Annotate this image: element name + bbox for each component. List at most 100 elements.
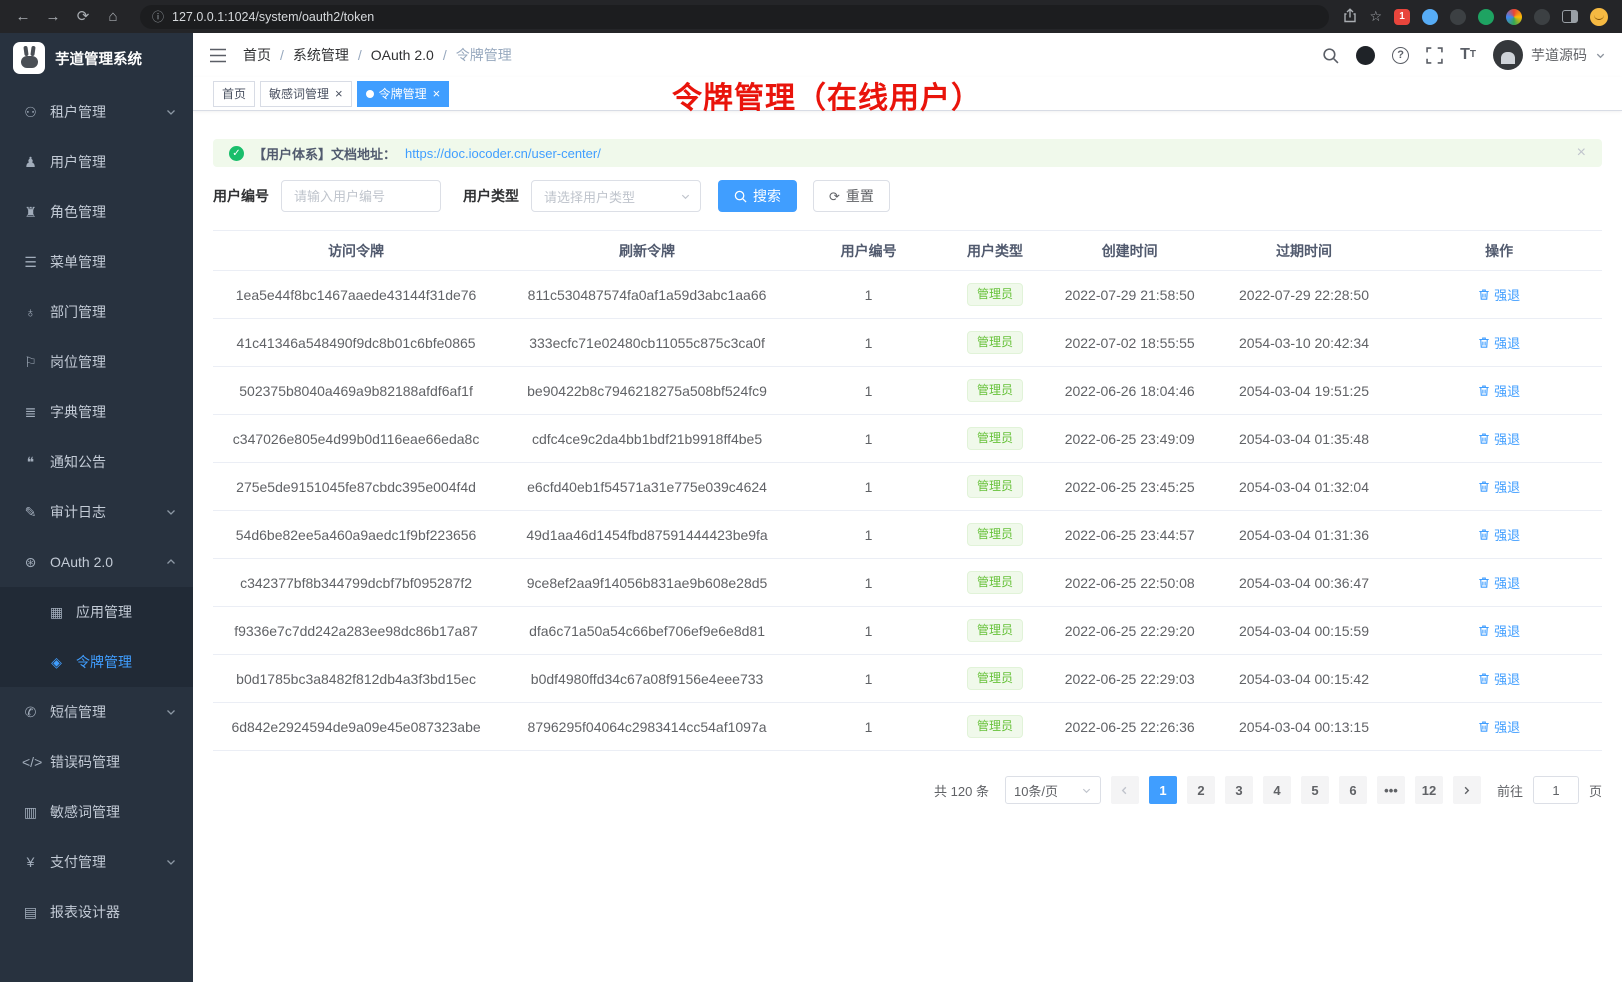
tab-token-manage[interactable]: 令牌管理 × [357,81,450,107]
reload-icon[interactable]: ⟳ [70,0,96,33]
sidebar-item-dept[interactable]: ♁ 部门管理 [0,287,193,337]
sidebar-item-error-code[interactable]: </> 错误码管理 [0,737,193,787]
sidebar-item-tenant[interactable]: ⚇ 租户管理 [0,87,193,137]
expire-time-cell: 2054-03-10 20:42:34 [1212,335,1397,351]
user-menu[interactable]: 芋道源码 [1493,40,1606,70]
user-type-tag: 管理员 [967,283,1023,306]
refresh-token-cell: cdfc4ce9c2da4bb1bdf21b9918ff4be5 [499,431,795,447]
force-logout-button[interactable]: 强退 [1478,717,1520,736]
user-type-cell: 管理员 [942,571,1048,594]
tab-home[interactable]: 首页 [213,81,255,107]
force-logout-button[interactable]: 强退 [1478,285,1520,304]
column-actions: 操作 [1396,241,1602,261]
search-icon[interactable] [1322,47,1339,64]
alert-close-icon[interactable]: × [1577,145,1586,161]
sidebar-item-sensitive-word[interactable]: ▥ 敏感词管理 [0,787,193,837]
extension-icon-5[interactable] [1506,9,1522,25]
user-type-select[interactable]: 请选择用户类型 [531,180,701,212]
doc-link[interactable]: https://doc.iocoder.cn/user-center/ [405,146,601,161]
sidebar-item-app-manage[interactable]: ▦ 应用管理 [0,587,193,637]
force-logout-button[interactable]: 强退 [1478,621,1520,640]
extension-icon-3[interactable] [1450,9,1466,25]
split-view-icon[interactable] [1562,10,1578,23]
create-time-cell: 2022-06-25 23:44:57 [1048,527,1212,543]
reset-button[interactable]: ⟳ 重置 [813,180,890,212]
breadcrumb-home[interactable]: 首页 [243,45,271,65]
sidebar-item-audit-log[interactable]: ✎ 审计日志 [0,487,193,537]
force-logout-button[interactable]: 强退 [1478,333,1520,352]
sidebar-item-oauth2[interactable]: ⊛ OAuth 2.0 [0,537,193,587]
table-row: 275e5de9151045fe87cbdc395e004f4d e6cfd40… [213,463,1602,511]
next-page-button[interactable] [1453,776,1481,804]
page-number-button[interactable]: 12 [1415,776,1443,804]
sidebar-collapse-icon[interactable] [209,48,227,63]
force-logout-button[interactable]: 强退 [1478,525,1520,544]
app-logo-row[interactable]: 芋道管理系统 [0,33,193,83]
browser-actions: ☆ 1 [1343,8,1612,26]
sidebar-item-post[interactable]: ⚐ 岗位管理 [0,337,193,387]
table-row: 502375b8040a469a9b82188afdf6af1f be90422… [213,367,1602,415]
github-icon[interactable] [1356,46,1375,65]
force-logout-button[interactable]: 强退 [1478,477,1520,496]
sidebar-item-token-manage[interactable]: ◈ 令牌管理 [0,637,193,687]
chevron-right-icon [1461,785,1472,796]
fullscreen-icon[interactable] [1426,47,1443,64]
delete-icon [1478,336,1490,349]
create-time-cell: 2022-06-26 18:04:46 [1048,383,1212,399]
refresh-token-cell: 8796295f04064c2983414cc54af1097a [499,719,795,735]
create-time-cell: 2022-06-25 23:49:09 [1048,431,1212,447]
sidebar-item-pay[interactable]: ¥ 支付管理 [0,837,193,887]
home-icon[interactable]: ⌂ [100,0,126,33]
user-id-input[interactable] [281,180,441,212]
actions-cell: 强退 [1396,477,1602,496]
expire-time-cell: 2054-03-04 00:15:59 [1212,623,1397,639]
extension-icon-6[interactable] [1534,9,1550,25]
close-icon[interactable]: × [335,87,343,100]
site-info-icon[interactable]: ⓘ [152,8,164,25]
browser-profile-avatar[interactable] [1590,8,1608,26]
sidebar-item-sms[interactable]: ✆ 短信管理 [0,687,193,737]
font-size-icon[interactable]: TT [1460,47,1476,63]
page-size-select[interactable]: 10条/页 [1005,776,1101,804]
tab-sensitive-word[interactable]: 敏感词管理 × [260,81,352,107]
page-number-button[interactable]: 1 [1149,776,1177,804]
url-bar[interactable]: ⓘ 127.0.0.1:1024/system/oauth2/token [140,5,1329,29]
close-icon[interactable]: × [433,87,441,100]
force-logout-button[interactable]: 强退 [1478,381,1520,400]
help-icon[interactable]: ? [1392,47,1409,64]
goto-page-input[interactable] [1533,776,1579,804]
extension-icon-4[interactable] [1478,9,1494,25]
success-check-icon: ✓ [229,146,244,161]
delete-icon [1478,720,1490,733]
sidebar-item-menu[interactable]: ☰ 菜单管理 [0,237,193,287]
sidebar-item-report-designer[interactable]: ▤ 报表设计器 [0,887,193,937]
force-logout-button[interactable]: 强退 [1478,669,1520,688]
sidebar-item-user[interactable]: ♟ 用户管理 [0,137,193,187]
page-number-button[interactable]: 5 [1301,776,1329,804]
back-icon[interactable]: ← [10,0,36,33]
prev-page-button[interactable] [1111,776,1139,804]
page-number-button[interactable]: 4 [1263,776,1291,804]
bookmark-star-icon[interactable]: ☆ [1369,8,1382,25]
page-number-button[interactable]: ••• [1377,776,1405,804]
breadcrumb-system[interactable]: 系统管理 [293,45,349,65]
sidebar-item-dict[interactable]: ≣ 字典管理 [0,387,193,437]
table-body: 1ea5e44f8bc1467aaede43144f31de76 811c530… [213,271,1602,751]
page-number-button[interactable]: 2 [1187,776,1215,804]
page-number-button[interactable]: 6 [1339,776,1367,804]
sidebar-item-role[interactable]: ♜ 角色管理 [0,187,193,237]
extension-icon-1[interactable]: 1 [1394,9,1410,25]
user-type-cell: 管理员 [942,619,1048,642]
force-logout-button[interactable]: 强退 [1478,573,1520,592]
refresh-token-cell: e6cfd40eb1f54571a31e775e039c4624 [499,479,795,495]
sidebar-item-notice[interactable]: ❝ 通知公告 [0,437,193,487]
page-number-button[interactable]: 3 [1225,776,1253,804]
user-id-label: 用户编号 [213,186,269,206]
share-icon[interactable] [1343,8,1357,26]
breadcrumb-oauth2[interactable]: OAuth 2.0 [371,47,434,63]
search-button[interactable]: 搜索 [718,180,797,212]
forward-icon[interactable]: → [40,0,66,33]
expire-time-cell: 2054-03-04 00:15:42 [1212,671,1397,687]
extension-icon-2[interactable] [1422,9,1438,25]
force-logout-button[interactable]: 强退 [1478,429,1520,448]
